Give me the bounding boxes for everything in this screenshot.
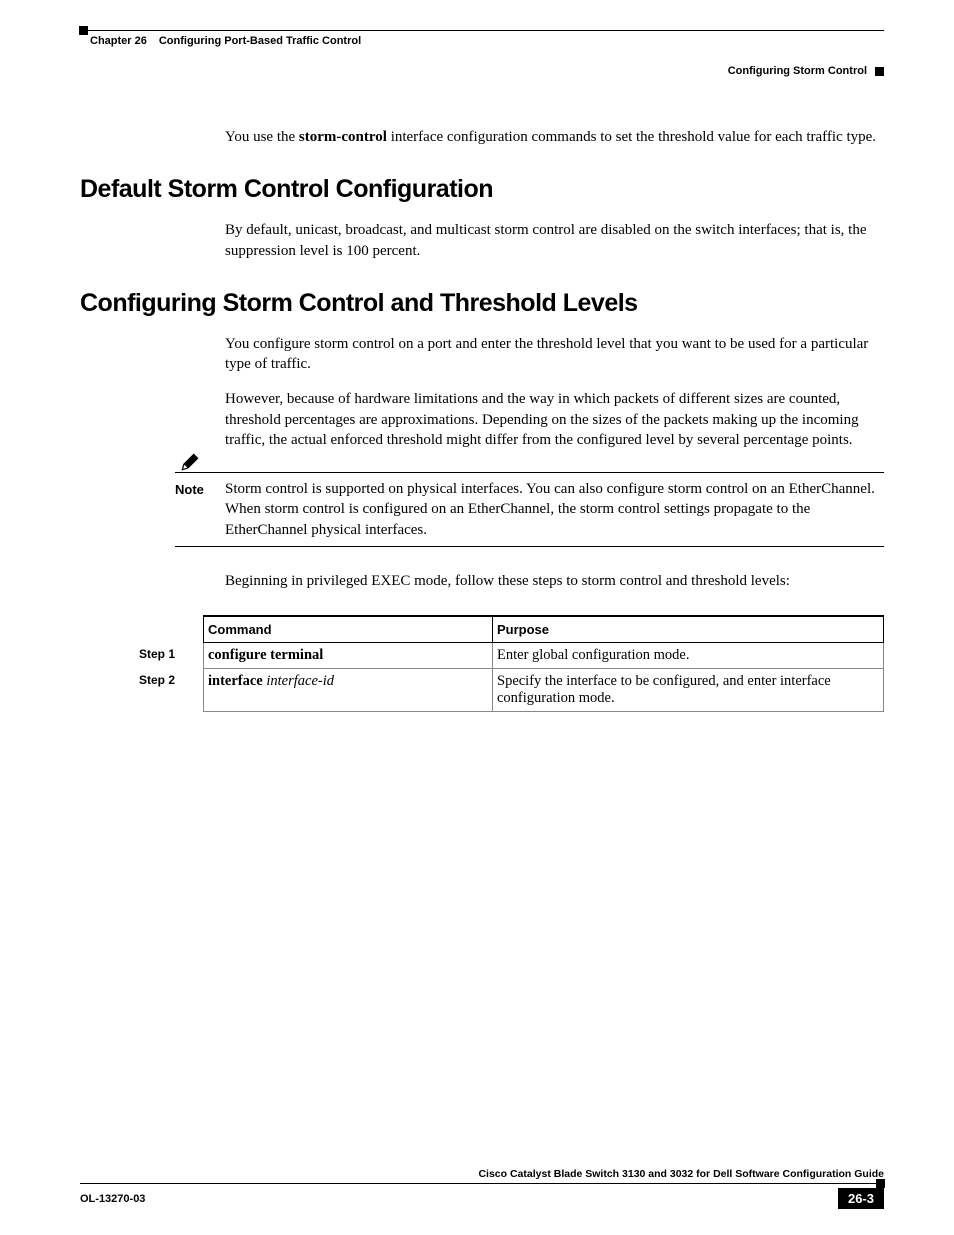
command-cell: configure terminal [204,643,493,669]
doc-number: OL-13270-03 [80,1193,145,1205]
intro-bold: storm-control [299,129,387,145]
step-label: Step 2 [135,669,204,712]
square-icon [875,67,884,76]
page-number-badge: 26-3 [838,1188,884,1209]
note-text: Storm control is supported on physical i… [225,479,884,540]
configure-paragraph-1: You configure storm control on a port an… [225,334,884,375]
header-rule [80,30,884,31]
steps-intro: Beginning in privileged EXEC mode, follo… [225,571,884,591]
section-header: Configuring Storm Control [80,65,884,77]
purpose-cell: Specify the interface to be configured, … [493,669,884,712]
chapter-title: Configuring Port-Based Traffic Control [159,35,361,47]
section-title: Configuring Storm Control [728,65,867,77]
cmd-bold: configure terminal [208,647,323,663]
col-command: Command [204,616,493,643]
table-row: Step 1 configure terminal Enter global c… [135,643,884,669]
cmd-bold: interface [208,673,263,689]
intro-paragraph: You use the storm-control interface conf… [225,127,884,147]
page-footer: Cisco Catalyst Blade Switch 3130 and 303… [80,1168,884,1209]
intro-pre: You use the [225,129,299,145]
note-pen-icon [179,451,201,473]
note-block: Note Storm control is supported on physi… [175,472,884,547]
chapter-number: Chapter 26 [90,35,147,47]
note-label: Note [175,482,204,497]
footer-title: Cisco Catalyst Blade Switch 3130 and 303… [80,1168,884,1180]
steps-table: Command Purpose Step 1 configure termina… [135,615,884,712]
configure-paragraph-2: However, because of hardware limitations… [225,389,884,450]
table-row: Step 2 interface interface-id Specify th… [135,669,884,712]
note-label-cell: Note [175,479,225,540]
col-step [135,616,204,643]
section-heading-default: Default Storm Control Configuration [80,175,884,204]
footer-rule [80,1183,884,1184]
cmd-ital: interface-id [263,673,334,689]
rule-square-icon [79,26,88,35]
col-purpose: Purpose [493,616,884,643]
purpose-cell: Enter global configuration mode. [493,643,884,669]
default-paragraph: By default, unicast, broadcast, and mult… [225,220,884,261]
rule-square-icon [876,1179,885,1188]
running-header: Chapter 26 Configuring Port-Based Traffi… [80,35,884,47]
section-heading-configuring: Configuring Storm Control and Threshold … [80,289,884,318]
command-cell: interface interface-id [204,669,493,712]
step-label: Step 1 [135,643,204,669]
intro-post: interface configuration commands to set … [387,129,876,145]
